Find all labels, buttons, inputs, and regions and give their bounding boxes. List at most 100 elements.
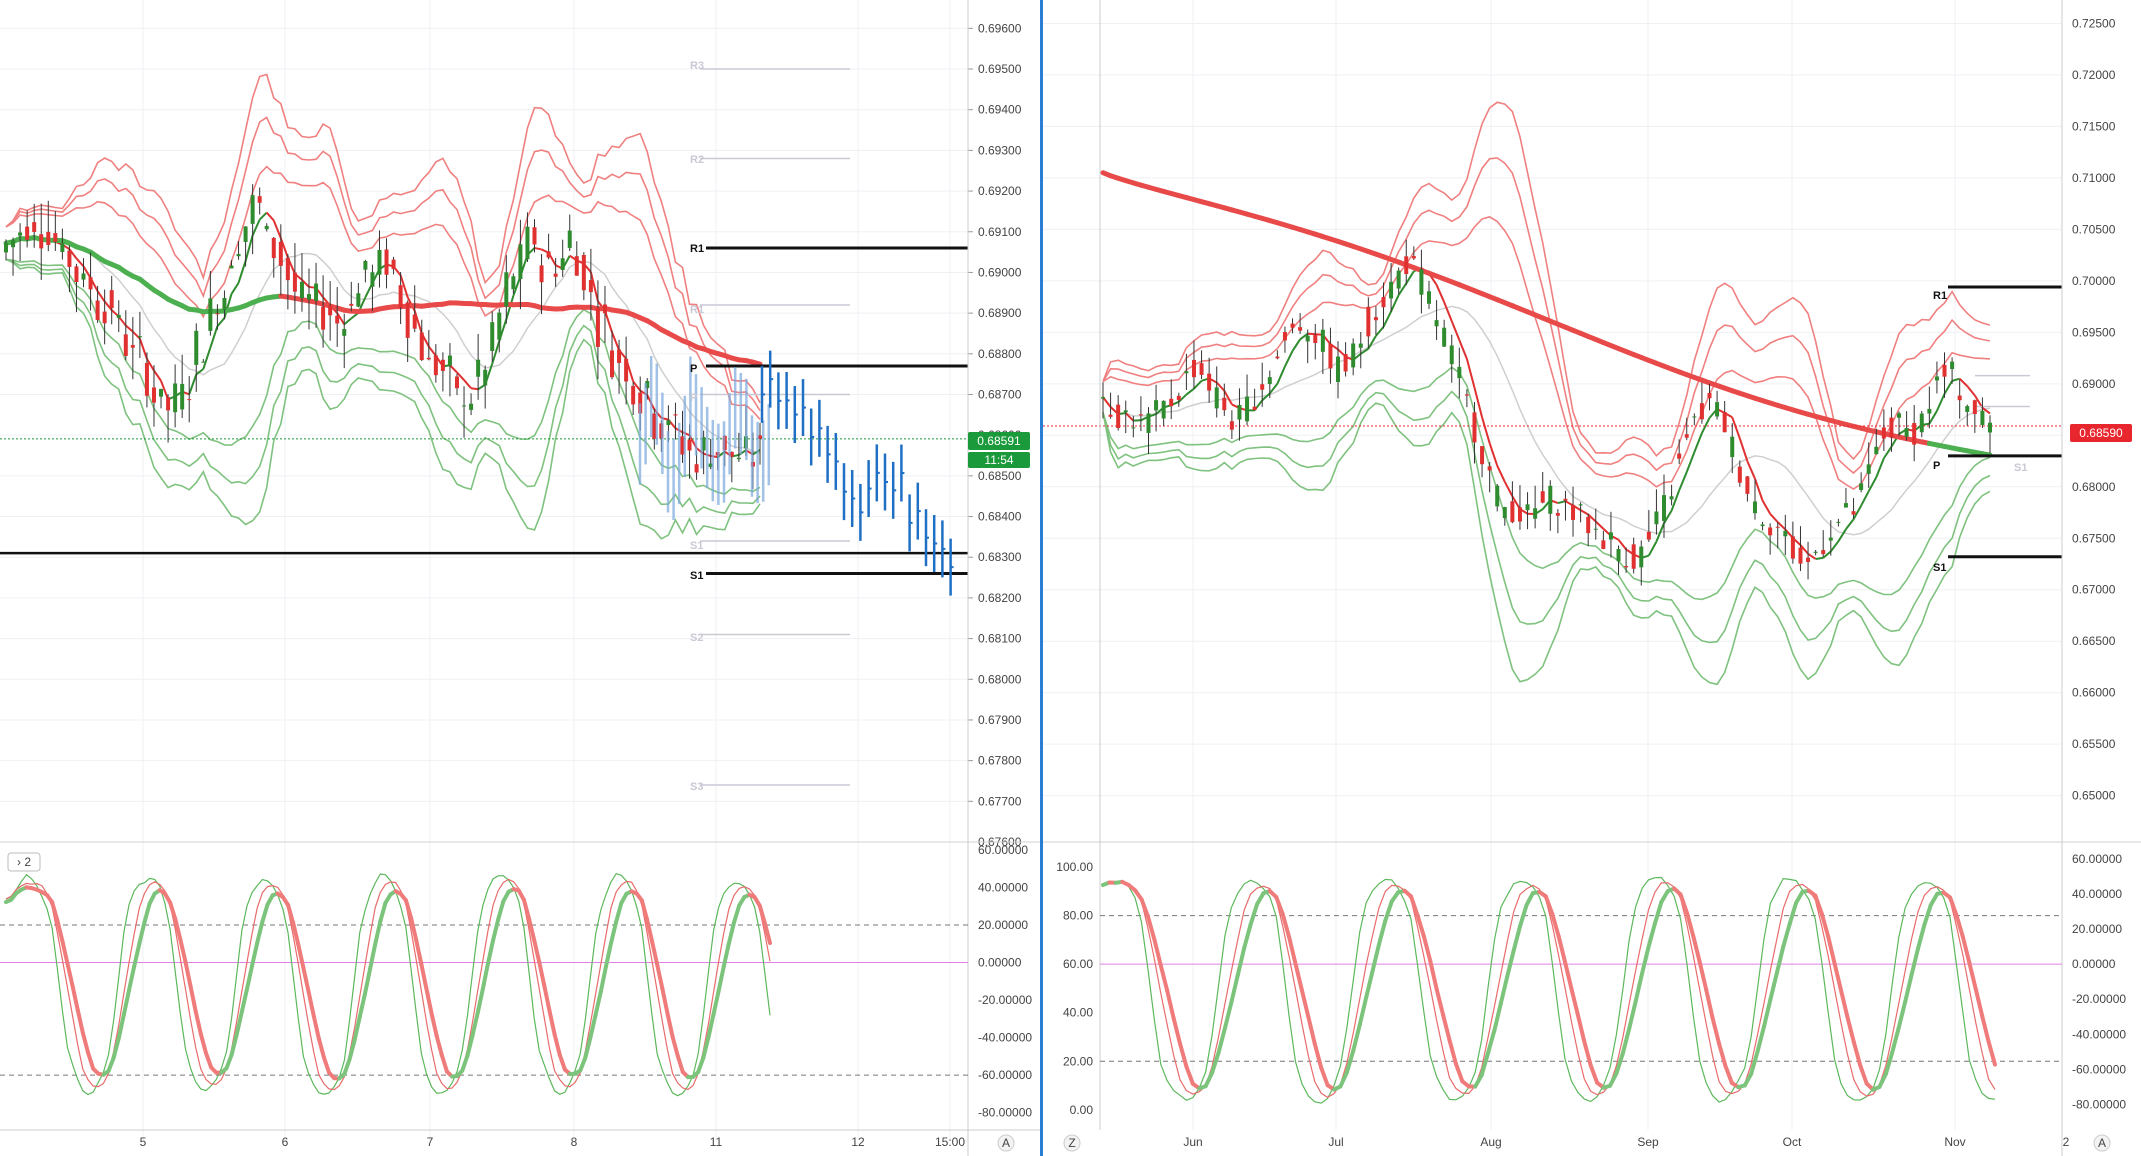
left-indicator-badge[interactable]: › 2 xyxy=(7,852,41,872)
left-candle-body xyxy=(151,387,156,403)
left-time-label: 7 xyxy=(427,1135,434,1149)
right-candle-body xyxy=(1525,504,1530,511)
right-fast-ma-seg xyxy=(1307,332,1316,336)
pivot-label-s3: S3 xyxy=(690,781,703,793)
right-candle-body xyxy=(1510,501,1515,523)
right-candle-body xyxy=(1358,343,1363,348)
left-fast-ma-seg xyxy=(470,387,479,391)
right-candle-body xyxy=(1881,427,1886,439)
left-current-price-text: 0.68591 xyxy=(977,434,1021,448)
left-candle-body xyxy=(229,265,234,269)
left-candle-body xyxy=(370,272,375,287)
right-candle-body xyxy=(1798,547,1803,564)
left-candle-body xyxy=(166,397,171,411)
pivot-label-r1-faint: R1 xyxy=(690,304,704,316)
right-candle-body xyxy=(1639,546,1644,568)
right-candle-body xyxy=(1631,544,1636,569)
right-osc-right-tick: 60.00000 xyxy=(2072,852,2122,866)
left-candle-body xyxy=(243,226,248,242)
left-candle-body xyxy=(511,276,516,290)
left-time-label: 6 xyxy=(282,1135,289,1149)
right-candle-body xyxy=(1540,491,1545,503)
right-candle-body xyxy=(1502,507,1507,519)
right-candle-body xyxy=(1555,512,1560,516)
right-candle-body xyxy=(1411,256,1416,259)
right-price-tick-label: 0.72500 xyxy=(2072,16,2116,30)
left-axis-corner[interactable]: A xyxy=(997,1134,1015,1152)
left-price-tick-label: 0.69400 xyxy=(978,103,1022,117)
chart-divider[interactable] xyxy=(1040,0,1043,1156)
left-candle-body xyxy=(469,403,474,410)
right-osc-right-tick: -40.00000 xyxy=(2072,1027,2126,1041)
right-osc-right-tick: -20.00000 xyxy=(2072,992,2126,1006)
left-time-label: 8 xyxy=(571,1135,578,1149)
right-candle-body xyxy=(1108,414,1113,417)
left-osc-tick-label: 0.00000 xyxy=(978,956,1022,970)
right-candle-body xyxy=(1646,531,1651,540)
chart-stage: 0.69600 0.69500 0.69400 0.69300 0.69200 0.691… xyxy=(0,0,2141,1156)
left-price-tick-label: 0.68100 xyxy=(978,632,1022,646)
left-candle-body xyxy=(215,313,220,315)
left-price-tick-label: 0.69600 xyxy=(978,21,1022,35)
right-candle-body xyxy=(1927,408,1932,414)
left-candle-body xyxy=(18,232,23,236)
right-candle-body xyxy=(1806,557,1811,563)
right-candle-body xyxy=(1442,327,1447,347)
left-candle-body xyxy=(398,285,403,308)
left-candle-body xyxy=(405,302,410,338)
left-candle-body xyxy=(610,350,615,378)
right-candle-body xyxy=(1328,343,1333,369)
left-candle-body xyxy=(137,336,142,338)
left-candle-body xyxy=(222,297,227,310)
right-price-tick-label: 0.70500 xyxy=(2072,222,2116,236)
left-candle-body xyxy=(321,306,326,330)
right-candle-body xyxy=(1366,306,1371,337)
right-candle-body xyxy=(1381,297,1386,308)
left-candle-body xyxy=(419,332,424,361)
right-candle-body xyxy=(1692,416,1697,418)
left-candle-body xyxy=(307,294,312,300)
left-price-tick-label: 0.67900 xyxy=(978,713,1022,727)
right-candle-body xyxy=(1950,361,1955,370)
left-candle-body xyxy=(74,266,79,283)
left-candle-body xyxy=(95,300,100,320)
left-candle-body xyxy=(497,312,502,340)
right-candle-body xyxy=(1859,483,1864,490)
right-candle-body xyxy=(1275,356,1280,359)
right-candle-body xyxy=(1957,395,1962,401)
left-candle-body xyxy=(581,254,586,291)
right-time-label: Sep xyxy=(1637,1135,1659,1149)
right-candle-body xyxy=(1495,485,1500,507)
left-candle-body xyxy=(39,234,44,249)
right-candle-body xyxy=(1965,406,1970,412)
right-candle-body xyxy=(1449,345,1454,365)
right-candle-body xyxy=(1722,411,1727,433)
pivot-label-p: P xyxy=(690,363,697,375)
right-candle-body xyxy=(1760,524,1765,527)
right-left-corner[interactable]: Z xyxy=(1063,1134,1081,1152)
right-candle-body xyxy=(1487,466,1492,471)
right-candle-body xyxy=(1169,398,1174,407)
right-candle-body xyxy=(1752,501,1757,514)
left-price-tick-label: 0.68700 xyxy=(978,387,1022,401)
left-time-label: 11 xyxy=(710,1135,723,1149)
pivot-label-r3: R3 xyxy=(690,60,704,72)
left-candle-body xyxy=(624,358,629,382)
left-candle-body xyxy=(631,385,636,405)
right-candle-body xyxy=(1843,503,1848,508)
right-candle-body xyxy=(1851,511,1856,515)
left-candle-body xyxy=(299,281,304,299)
left-osc-tick-label: -60.00000 xyxy=(978,1068,1032,1082)
right-candle-body xyxy=(1176,395,1181,401)
right-candle-body xyxy=(1290,323,1295,328)
right-pivot-label-s1-faint: S1 xyxy=(2014,462,2027,474)
right-candle-body xyxy=(1320,329,1325,352)
right-candle-body xyxy=(1260,384,1265,390)
left-candle-body xyxy=(694,464,699,473)
right-candle-body xyxy=(1199,363,1204,375)
right-axis-corner[interactable]: A xyxy=(2093,1134,2111,1152)
right-candle-body xyxy=(1533,508,1538,519)
right-candle-body xyxy=(1821,550,1826,555)
left-osc-tick-label: 40.00000 xyxy=(978,881,1028,895)
left-price-tick-label: 0.69300 xyxy=(978,143,1022,157)
